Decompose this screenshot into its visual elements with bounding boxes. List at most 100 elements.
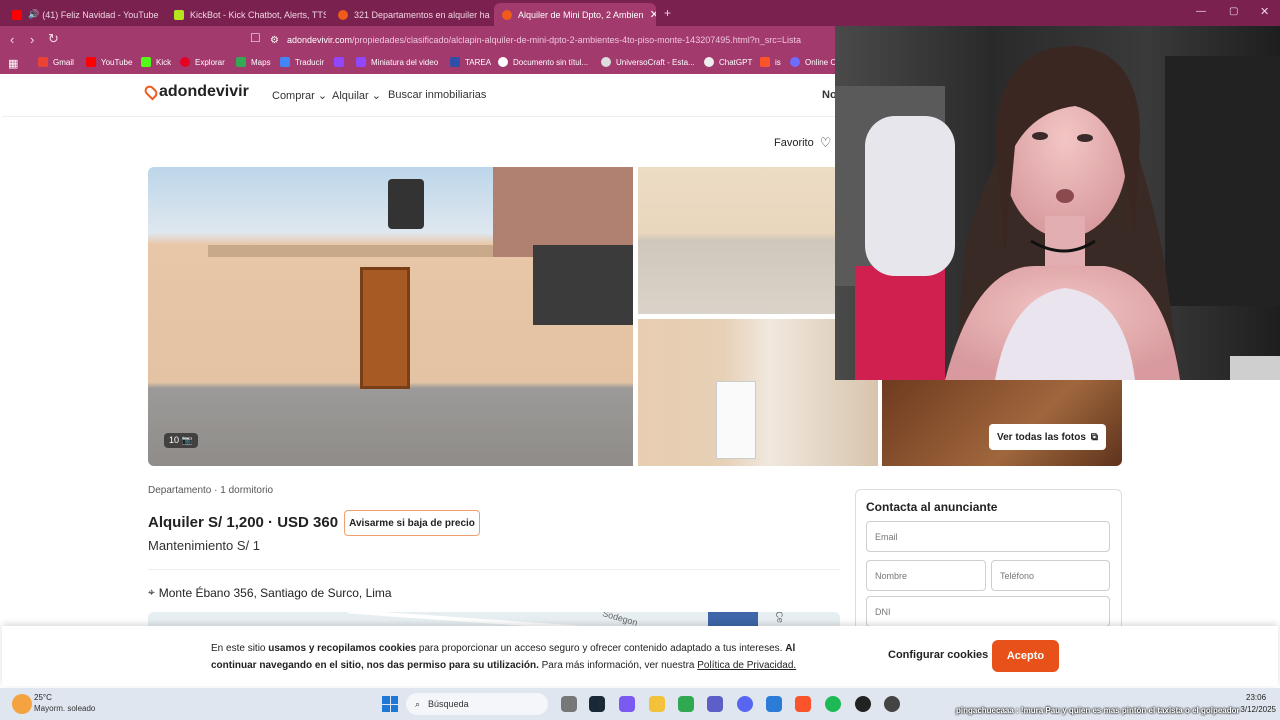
contact-card: Contacta al anunciante Email Nombre Telé… [855, 489, 1122, 639]
address-bar[interactable]: ⚙ adondevivir.com /propiedades/clasifica… [270, 30, 850, 50]
youtube-icon [86, 57, 96, 67]
cookie-text: En este sitio usamos y recopilamos cooki… [211, 643, 797, 671]
tab-label: Alquiler de Mini Dpto, 2 Ambien [518, 9, 644, 20]
close-tab-icon[interactable]: ✕ [644, 8, 656, 21]
copilot-icon[interactable] [619, 696, 635, 712]
tab-alquiler-active[interactable]: Alquiler de Mini Dpto, 2 Ambien ✕ [494, 3, 656, 26]
discord-icon[interactable] [737, 696, 753, 712]
webcam-overlay [835, 26, 1280, 380]
bookmark-universocraft[interactable]: UniversoCraft - Esta... [601, 57, 695, 67]
brave-browser-icon[interactable] [795, 696, 811, 712]
phone-field[interactable]: Teléfono [991, 560, 1110, 591]
bookmark-documento[interactable]: Documento sin títul... [498, 57, 588, 67]
translate-icon [280, 57, 290, 67]
app-icon[interactable] [884, 696, 900, 712]
url-path: /propiedades/clasificado/alclapin-alquil… [352, 35, 802, 45]
bookmark-chatgpt[interactable]: ChatGPT [704, 57, 752, 67]
maps-icon [236, 57, 246, 67]
minimize-icon[interactable]: — [1196, 6, 1206, 17]
back-icon[interactable]: ‹ [10, 32, 14, 47]
teams-icon[interactable] [707, 696, 723, 712]
bookmark-miniatura[interactable]: Miniatura del video [356, 57, 438, 67]
divider [148, 569, 840, 570]
favorite-label: Favorito [774, 137, 814, 149]
twitch-icon [334, 57, 344, 67]
all-photos-button[interactable]: Ver todas las fotos ⧉ [989, 424, 1107, 450]
adondevivir-icon [502, 9, 512, 20]
dni-field[interactable]: DNI [866, 596, 1110, 627]
bookmark-traducir[interactable]: Traducir [280, 57, 324, 67]
photo-2[interactable] [638, 167, 838, 314]
bookmark-maps[interactable]: Maps [236, 57, 271, 67]
window-bars-image [533, 245, 633, 325]
streamer-webcam-image [835, 26, 1280, 380]
cookie-banner: En este sitio usamos y recopilamos cooki… [2, 626, 1278, 686]
photo-count-badge[interactable]: 10 📷 [164, 433, 198, 448]
tab-label: (41) Feliz Navidad - YouTube [42, 9, 159, 20]
map-label: Ce [773, 612, 786, 624]
maximize-icon[interactable]: ▢ [1229, 6, 1238, 17]
nav-buscar-inmobiliarias[interactable]: Buscar inmobiliarias [388, 89, 486, 101]
favorite-button[interactable]: Favorito ♡ [774, 135, 831, 151]
search-icon: ⌕ [415, 698, 421, 709]
nav-alquilar[interactable]: Alquilar ⌄ [332, 89, 381, 102]
bookmark-tarea[interactable]: TAREA [450, 57, 491, 67]
bookmark-kick[interactable]: Kick [141, 57, 171, 67]
taskbar-search[interactable]: ⌕ Búsqueda [406, 693, 548, 715]
roof-edge [208, 245, 508, 257]
adondevivir-icon [338, 9, 348, 20]
privacy-policy-link[interactable]: Política de Privacidad. [697, 660, 796, 671]
store-icon[interactable] [766, 696, 782, 712]
globe-icon [601, 57, 611, 67]
nav-comprar[interactable]: Comprar ⌄ [272, 89, 327, 102]
door-image [360, 267, 410, 389]
weather-icon[interactable] [12, 694, 32, 714]
url-domain: adondevivir.com [286, 35, 353, 45]
bookmark-is[interactable]: is [760, 57, 781, 67]
photo-4[interactable]: Ver todas las fotos ⧉ [882, 379, 1122, 466]
new-tab-button[interactable]: + [664, 6, 671, 20]
tab-label: 321 Departamentos en alquiler hasta [354, 9, 490, 20]
globe-icon [790, 57, 800, 67]
name-field[interactable]: Nombre [866, 560, 986, 591]
email-field[interactable]: Email [866, 521, 1110, 552]
obs-icon[interactable] [855, 696, 871, 712]
pinterest-icon [180, 57, 190, 67]
google-icon [498, 57, 508, 67]
tab-youtube[interactable]: 🔊 (41) Feliz Navidad - YouTube [4, 3, 164, 26]
file-explorer-icon[interactable] [649, 696, 665, 712]
location-pin-icon: ⌖ [148, 585, 155, 599]
main-photo[interactable]: 10 📷 [148, 167, 633, 466]
windows-start-icon[interactable] [382, 696, 398, 712]
steam-icon[interactable] [589, 696, 605, 712]
chat-overlay-message: pingachuecaaa : !mura Pau y quien es mas… [956, 706, 1240, 715]
bookmark-online[interactable]: Online C [790, 57, 836, 67]
apps-icon[interactable]: ▦ [8, 57, 18, 70]
site-info-icon[interactable]: ⚙ [270, 35, 279, 46]
gallery-icon: ⧉ [1090, 431, 1099, 443]
bookmark-icon[interactable]: ☐ [250, 31, 261, 45]
heart-icon: ♡ [819, 135, 832, 150]
price-alert-button[interactable]: Avisarme si baja de precio [344, 510, 480, 536]
bookmark-gmail[interactable]: Gmail [38, 57, 74, 67]
site-logo[interactable]: adondevivir [142, 83, 249, 101]
chevron-down-icon: ⌄ [371, 90, 381, 102]
bookmark-twitch[interactable] [334, 57, 349, 67]
configure-cookies-button[interactable]: Configurar cookies [888, 649, 988, 661]
close-window-icon[interactable]: ✕ [1260, 5, 1269, 18]
location-pin-icon [142, 83, 160, 101]
contact-title: Contacta al anunciante [866, 500, 998, 514]
tab-departamentos[interactable]: 321 Departamentos en alquiler hasta [330, 3, 490, 26]
bookmark-explorar[interactable]: Explorar [180, 57, 225, 67]
accept-cookies-button[interactable]: Acepto [992, 640, 1059, 672]
maintenance-fee: Mantenimiento S/ 1 [148, 538, 261, 553]
forward-icon[interactable]: › [30, 32, 34, 47]
app-icon[interactable] [678, 696, 694, 712]
tab-kickbot[interactable]: KickBot - Kick Chatbot, Alerts, TTS, C [166, 3, 326, 26]
weather-temp: 25°C [34, 693, 52, 702]
reload-icon[interactable]: ↻ [48, 31, 59, 47]
browser-tab-bar: 🔊 (41) Feliz Navidad - YouTube KickBot -… [0, 0, 1280, 26]
bookmark-youtube[interactable]: YouTube [86, 57, 132, 67]
task-view-icon[interactable] [561, 696, 577, 712]
spotify-icon[interactable] [825, 696, 841, 712]
